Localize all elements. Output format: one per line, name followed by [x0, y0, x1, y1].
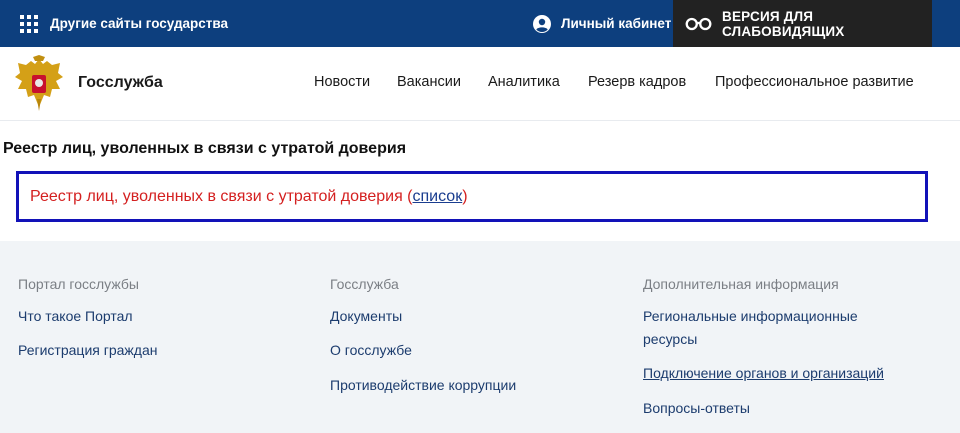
site-footer: Портал госслужбы Что такое Портал Регист…	[0, 241, 960, 433]
footer-heading-civil-service: Госслужба	[330, 276, 399, 292]
personal-cabinet-link[interactable]: Личный кабинет	[533, 0, 671, 47]
footer-link-regional-resources[interactable]: Региональные информационные	[643, 305, 858, 328]
registry-close-paren: )	[462, 187, 468, 205]
accessibility-version-label: ВЕРСИЯ ДЛЯ СЛАБОВИДЯЩИХ	[722, 8, 845, 39]
footer-link-connect-organizations[interactable]: Подключение органов и организаций	[643, 362, 884, 385]
nav-news[interactable]: Новости	[314, 74, 370, 90]
page-title: Реестр лиц, уволенных в связи с утратой …	[3, 140, 407, 157]
footer-link-about-civil-service[interactable]: О госслужбе	[330, 339, 412, 362]
other-sites-link[interactable]: Другие сайты государства	[20, 0, 228, 47]
glasses-icon	[685, 17, 712, 30]
footer-link-faq[interactable]: Вопросы-ответы	[643, 397, 750, 420]
other-sites-label: Другие сайты государства	[50, 16, 229, 31]
nav-vacancies[interactable]: Вакансии	[397, 74, 461, 90]
personal-cabinet-label: Личный кабинет	[561, 16, 672, 31]
nav-personnel-reserve[interactable]: Резерв кадров	[588, 74, 686, 90]
registry-list-link[interactable]: список	[413, 188, 463, 206]
footer-heading-additional-info: Дополнительная информация	[643, 276, 839, 292]
site-header: Госслужба Новости Вакансии Аналитика Рез…	[0, 47, 960, 121]
footer-link-documents[interactable]: Документы	[330, 305, 402, 328]
top-bar: Другие сайты государства Личный кабинет …	[0, 0, 960, 47]
user-icon	[533, 14, 551, 33]
footer-heading-portal: Портал госслужбы	[18, 276, 139, 292]
footer-link-citizen-registration[interactable]: Регистрация граждан	[18, 339, 157, 362]
brand-name[interactable]: Госслужба	[78, 74, 163, 92]
footer-link-anti-corruption[interactable]: Противодействие коррупции	[330, 374, 516, 397]
accessibility-version-button[interactable]: ВЕРСИЯ ДЛЯ СЛАБОВИДЯЩИХ	[673, 0, 932, 47]
coat-of-arms-logo[interactable]	[12, 55, 66, 113]
nav-analytics[interactable]: Аналитика	[488, 74, 560, 90]
nav-professional-development[interactable]: Профессиональное развитие	[715, 74, 914, 90]
registry-text: Реестр лиц, уволенных в связи с утратой …	[30, 187, 413, 205]
registry-box: Реестр лиц, уволенных в связи с утратой …	[16, 171, 928, 222]
footer-link-what-is-portal[interactable]: Что такое Портал	[18, 305, 133, 328]
apps-grid-icon	[20, 14, 38, 33]
footer-link-regional-resources-cont[interactable]: ресурсы	[643, 328, 697, 351]
